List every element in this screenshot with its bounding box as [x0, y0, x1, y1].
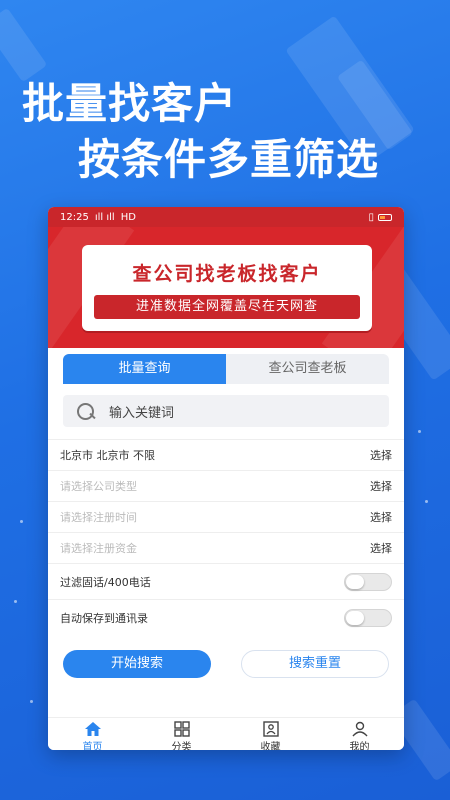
select-button[interactable]: 选择	[370, 540, 392, 556]
reset-search-button[interactable]: 搜索重置	[241, 650, 389, 678]
select-button[interactable]: 选择	[370, 447, 392, 463]
tabbar-label: 收藏	[260, 742, 281, 750]
hero-headline: 批量找客户 按条件多重筛选	[0, 0, 450, 200]
banner-card: 查公司找老板找客户 进准数据全网覆盖尽在天网查	[82, 245, 372, 331]
filter-register-time[interactable]: 请选择注册时间 选择	[48, 501, 404, 532]
search-mode-tabs: 批量查询 查公司查老板	[63, 354, 389, 384]
filter-company-type[interactable]: 请选择公司类型 选择	[48, 470, 404, 501]
tabbar-item-favorites[interactable]: 收藏	[226, 718, 315, 750]
toggle-row-auto-save: 自动保存到通讯录	[48, 599, 404, 635]
select-button[interactable]: 选择	[370, 509, 392, 525]
background-dot	[14, 600, 17, 603]
tabbar-item-category[interactable]: 分类	[137, 718, 226, 750]
phone-screen: 12:25 ıll ıll HD ▯ 查公司找老板找客户 进准数据全网覆盖尽在天…	[48, 207, 404, 750]
toggle-label: 自动保存到通讯录	[60, 611, 148, 625]
search-input[interactable]: 输入关键词	[63, 395, 389, 427]
battery-icon	[378, 213, 392, 221]
tabbar-label: 首页	[82, 742, 103, 750]
user-icon	[351, 721, 368, 737]
filter-register-capital[interactable]: 请选择注册资金 选择	[48, 532, 404, 563]
filter-landline-toggle[interactable]	[344, 572, 392, 591]
status-time: 12:25	[60, 211, 89, 223]
toggle-row-filter-landline: 过滤固话/400电话	[48, 563, 404, 599]
filter-label: 请选择注册时间	[60, 511, 137, 524]
tabbar-label: 我的	[349, 742, 370, 750]
grid-icon	[173, 721, 190, 737]
signal-icon: ıll ıll	[94, 211, 115, 223]
filter-list: 北京市 北京市 不限 选择 请选择公司类型 选择 请选择注册时间 选择 请选择注…	[48, 439, 404, 635]
search-placeholder: 输入关键词	[109, 405, 175, 421]
background-dot	[418, 430, 421, 433]
search-icon	[75, 401, 99, 421]
network-label: HD	[120, 211, 136, 223]
tabbar-item-home[interactable]: 首页	[48, 718, 137, 750]
bottom-tab-bar: 首页 分类 收藏 我的	[48, 717, 404, 750]
background-dot	[20, 520, 23, 523]
tabbar-label: 分类	[171, 742, 192, 750]
vibrate-icon: ▯	[368, 211, 374, 223]
home-icon	[84, 722, 101, 736]
start-search-button[interactable]: 开始搜索	[63, 650, 211, 678]
banner: 查公司找老板找客户 进准数据全网覆盖尽在天网查	[48, 227, 404, 348]
background-dot	[425, 500, 428, 503]
filter-label: 请选择公司类型	[60, 480, 137, 493]
tab-batch-query[interactable]: 批量查询	[63, 354, 226, 384]
banner-title: 查公司找老板找客户	[132, 263, 322, 285]
tabbar-item-mine[interactable]: 我的	[315, 718, 404, 750]
background-dot	[30, 700, 33, 703]
bookmark-icon	[262, 721, 279, 737]
toggle-label: 过滤固话/400电话	[60, 575, 151, 589]
filter-label: 北京市 北京市 不限	[60, 449, 155, 462]
hero-line-1: 批量找客户	[22, 79, 238, 128]
banner-subtitle: 进准数据全网覆盖尽在天网查	[94, 295, 360, 319]
tab-company-boss[interactable]: 查公司查老板	[226, 354, 389, 384]
status-bar: 12:25 ıll ıll HD ▯	[48, 207, 404, 227]
hero-line-2: 按条件多重筛选	[78, 135, 380, 184]
filter-region[interactable]: 北京市 北京市 不限 选择	[48, 439, 404, 470]
filter-label: 请选择注册资金	[60, 542, 137, 555]
auto-save-toggle[interactable]	[344, 608, 392, 627]
select-button[interactable]: 选择	[370, 478, 392, 494]
